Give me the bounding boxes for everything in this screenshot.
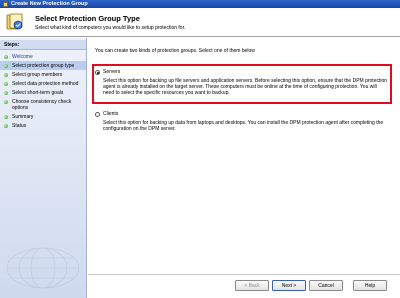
step-status[interactable]: Status [0, 121, 86, 130]
window-titlebar: Create New Protection Group [0, 0, 400, 8]
step-label: Welcome [12, 53, 33, 60]
servers-radio-row[interactable]: Servers [95, 69, 390, 75]
page-title: Select Protection Group Type [35, 14, 140, 23]
step-label: Choose consistency check options [12, 98, 72, 111]
clients-radio-row[interactable]: Clients [95, 111, 390, 117]
step-bullet-icon [4, 54, 8, 59]
step-bullet-icon [4, 72, 8, 77]
step-select-short-term-goals[interactable]: Select short-term goals [0, 88, 86, 97]
network-watermark-icon [6, 247, 80, 289]
step-bullet-icon [4, 99, 8, 104]
step-select-data-protection-method[interactable]: Select data protection method [0, 79, 86, 88]
step-label: Select data protection method [12, 80, 79, 87]
step-bullet-icon [4, 81, 8, 86]
app-icon [3, 1, 8, 7]
main-panel: You can create two kinds of protection g… [88, 38, 400, 298]
step-bullet-icon [4, 123, 8, 128]
step-select-protection-group-type[interactable]: Select protection group type [0, 61, 86, 70]
window-title: Create New Protection Group [11, 1, 88, 7]
step-bullet-icon [4, 114, 8, 119]
clients-radio[interactable] [95, 111, 100, 117]
step-bullet-icon [4, 90, 8, 95]
wizard-header: Select Protection Group Type Select what… [0, 8, 400, 37]
back-button[interactable]: < Back [235, 280, 269, 291]
step-label: Select short-term goals [12, 89, 64, 96]
steps-heading: Steps: [0, 40, 86, 50]
step-bullet-icon [4, 63, 8, 68]
step-select-group-members[interactable]: Select group members [0, 70, 86, 79]
step-welcome[interactable]: Welcome [0, 52, 86, 61]
cancel-button[interactable]: Cancel [309, 280, 343, 291]
steps-sidebar: Steps: Welcome Select protection group t… [0, 38, 87, 298]
clients-description: Select this option for backing up data f… [103, 120, 384, 132]
step-label: Select group members [12, 71, 63, 78]
footer-divider [88, 274, 400, 275]
step-label: Status [12, 122, 27, 129]
clients-label[interactable]: Clients [103, 111, 118, 117]
step-label: Summary [12, 113, 34, 120]
next-button[interactable]: Next > [272, 280, 306, 291]
intro-text: You can create two kinds of protection g… [95, 48, 255, 54]
servers-radio[interactable] [95, 69, 100, 75]
page-subtitle: Select what kind of computers you would … [35, 25, 186, 31]
step-label: Select protection group type [12, 62, 75, 69]
help-button[interactable]: Help [353, 280, 387, 291]
option-servers: Servers Select this option for backing u… [95, 69, 390, 96]
servers-description: Select this option for backing up file s… [103, 78, 388, 96]
servers-label[interactable]: Servers [103, 69, 120, 75]
wizard-icon [6, 13, 23, 30]
steps-list: Welcome Select protection group type Sel… [0, 52, 86, 130]
step-consistency-check-options[interactable]: Choose consistency check options [0, 97, 86, 112]
step-summary[interactable]: Summary [0, 112, 86, 121]
option-clients: Clients Select this option for backing u… [95, 111, 390, 132]
